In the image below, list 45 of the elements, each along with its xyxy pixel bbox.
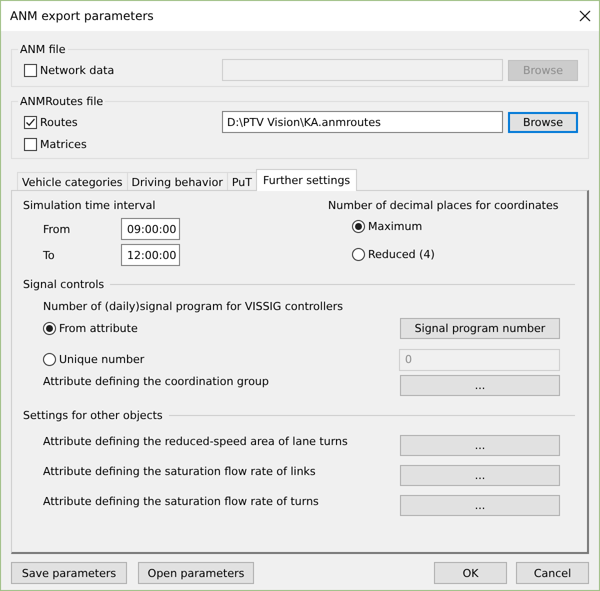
group-title: ANMRoutes file	[19, 95, 104, 108]
signal-program-button[interactable]: Signal program number	[400, 318, 560, 339]
window-title: ANM export parameters	[10, 9, 154, 23]
close-icon[interactable]	[579, 10, 591, 22]
attribute-button[interactable]: ...	[400, 495, 560, 516]
radio-label[interactable]: From attribute	[59, 322, 138, 335]
field-label: From	[43, 222, 72, 236]
tab[interactable]: Further settings	[256, 169, 358, 191]
section-title: Simulation time interval	[23, 199, 156, 212]
checkbox-label[interactable]: Routes	[40, 116, 78, 128]
tab[interactable]: Vehicle categories	[17, 172, 128, 191]
checkbox-label[interactable]: Matrices	[40, 138, 87, 150]
checkbox[interactable]	[24, 138, 37, 150]
time-field[interactable]: 12:00:00	[121, 244, 180, 266]
radio-label[interactable]: Reduced (4)	[368, 248, 435, 260]
attribute-button[interactable]: ...	[400, 375, 560, 396]
radio-button[interactable]	[43, 353, 56, 366]
section-title: Settings for other objects	[23, 408, 163, 422]
attribute-button[interactable]: ...	[400, 465, 560, 486]
checkbox[interactable]	[24, 116, 37, 128]
footer-button[interactable]: Cancel	[516, 562, 589, 584]
field-label: Attribute defining the saturation flow rate of links	[43, 465, 316, 478]
time-field[interactable]: 09:00:00	[121, 218, 180, 240]
footer-button[interactable]: OK	[434, 562, 507, 584]
group-title: ANM file	[19, 43, 66, 56]
field-label: Number of (daily)signal program for VISSIG controllers	[42, 300, 344, 313]
attribute-button[interactable]: ...	[400, 435, 560, 456]
field-label: Attribute defining the reduced-speed area of lane turns	[43, 435, 348, 448]
field-label: To	[43, 248, 56, 262]
browse-button[interactable]: Browse	[508, 112, 578, 132]
field-label: Attribute defining the saturation flow rate of turns	[43, 495, 319, 508]
section-title: Signal controls	[23, 278, 104, 290]
checkbox[interactable]	[24, 64, 37, 76]
footer-button[interactable]: Save parameters	[11, 562, 127, 584]
checkbox-label[interactable]: Network data	[40, 64, 114, 76]
radio-button[interactable]	[352, 220, 365, 232]
radio-button[interactable]	[43, 322, 56, 335]
radio-label[interactable]: Unique number	[59, 353, 144, 366]
file-path-field[interactable]: D:\PTV Vision\KA.anmroutes	[222, 111, 503, 133]
radio-label[interactable]: Maximum	[368, 220, 422, 232]
field-label: Attribute defining the coordination group	[43, 375, 269, 388]
section-title: Number of decimal places for coordinates	[328, 199, 560, 212]
tab[interactable]: Driving behavior	[126, 172, 228, 191]
footer-button[interactable]: Open parameters	[138, 562, 254, 584]
radio-button[interactable]	[352, 248, 365, 260]
